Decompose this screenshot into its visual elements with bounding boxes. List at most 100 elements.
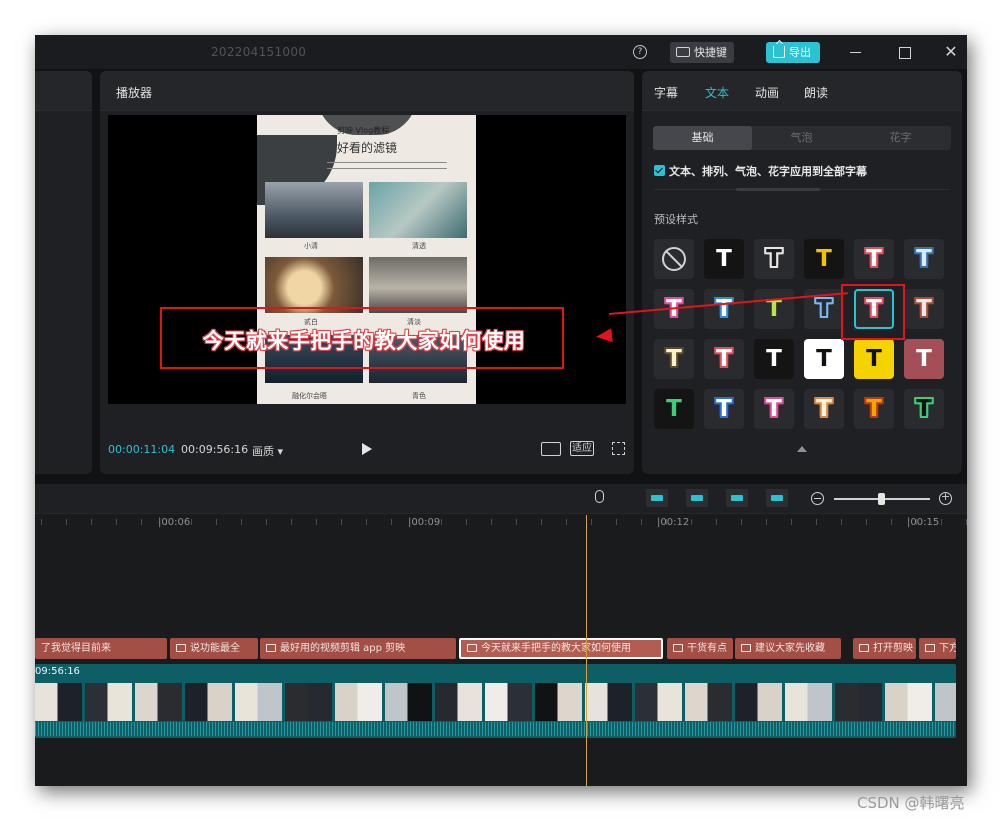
preset-style-14[interactable]: T: [754, 339, 794, 379]
zoom-out-icon[interactable]: [811, 492, 824, 505]
preset-style-19[interactable]: T: [704, 389, 744, 429]
photo-caption: 融化尔会晤: [292, 392, 327, 400]
panel-tabs: 字幕 文本 动画 朗读: [642, 71, 962, 111]
video-thumbnail: [585, 683, 633, 721]
apply-all-checkbox[interactable]: 文本、排列、气泡、花字应用到全部字幕: [654, 163, 867, 179]
video-thumbnail: [135, 683, 183, 721]
subtitle-clip[interactable]: 了我觉得目前来: [35, 638, 167, 659]
video-track[interactable]: 09:56:16: [35, 664, 956, 738]
preset-glyph: T: [816, 246, 832, 272]
maximize-icon[interactable]: [895, 43, 913, 61]
preset-style-22[interactable]: T: [854, 389, 894, 429]
shortcut-button[interactable]: 快捷键: [670, 42, 734, 63]
fullscreen-icon[interactable]: [612, 442, 625, 455]
zoom-in-icon[interactable]: [939, 490, 952, 505]
ruler-tick: [691, 519, 692, 525]
subtitle-clip[interactable]: 干货有点: [667, 638, 733, 659]
quality-dropdown[interactable]: 画质 ▾: [252, 443, 283, 459]
ruler-tick: [941, 519, 942, 525]
subtitle-preview-text[interactable]: 今天就来手把手的教大家如何使用: [162, 325, 566, 355]
ruler-tick: [241, 519, 242, 525]
preset-style-1[interactable]: T: [704, 239, 744, 279]
tab-read-aloud[interactable]: 朗读: [804, 84, 828, 101]
main-track-magnet-icon[interactable]: [646, 489, 668, 507]
preset-style-5[interactable]: T: [904, 239, 944, 279]
subtitle-clip[interactable]: 今天就来手把手的教大家如何使用: [459, 638, 663, 659]
watermark: CSDN @韩曙亮: [857, 794, 965, 812]
ruler-tick: [441, 519, 442, 525]
playhead[interactable]: [586, 515, 587, 786]
preset-style-13[interactable]: T: [704, 339, 744, 379]
subtitle-clip[interactable]: 说功能最全: [170, 638, 258, 659]
subtab-bubble[interactable]: 气泡: [752, 126, 851, 150]
export-button[interactable]: 导出: [766, 42, 820, 63]
zoom-slider-thumb[interactable]: [878, 493, 885, 505]
linkage-icon[interactable]: [726, 489, 748, 507]
preset-style-7[interactable]: T: [704, 289, 744, 329]
play-icon[interactable]: [362, 443, 372, 455]
preset-glyph: T: [716, 346, 732, 372]
video-thumbnail: [885, 683, 933, 721]
minimize-icon[interactable]: [847, 43, 865, 61]
preset-glyph: T: [766, 396, 782, 422]
tab-subtitle[interactable]: 字幕: [654, 84, 678, 101]
text-clip-icon: [673, 644, 683, 652]
apply-all-label: 文本、排列、气泡、花字应用到全部字幕: [669, 165, 867, 178]
photo-pool: [369, 182, 467, 238]
preview-axis-icon[interactable]: [766, 489, 788, 507]
preset-glyph: T: [766, 246, 782, 272]
subtitle-clip[interactable]: 建议大家先收藏: [735, 638, 841, 659]
preset-style-15[interactable]: T: [804, 339, 844, 379]
collapse-caret-icon[interactable]: [797, 446, 807, 452]
fit-button[interactable]: 适应: [570, 441, 594, 456]
subtab-basic[interactable]: 基础: [653, 126, 752, 150]
close-icon[interactable]: ✕: [942, 43, 960, 61]
auto-snap-icon[interactable]: [686, 489, 708, 507]
preset-style-23[interactable]: T: [904, 389, 944, 429]
ruler-tick: [566, 519, 567, 525]
preset-style-12[interactable]: T: [654, 339, 694, 379]
video-thumbnail: [435, 683, 483, 721]
preset-style-3[interactable]: T: [804, 239, 844, 279]
ruler-tick: [366, 519, 367, 525]
preset-style-18[interactable]: T: [654, 389, 694, 429]
prohibited-icon: [662, 247, 686, 271]
ruler-tick: [516, 519, 517, 525]
preset-style-11[interactable]: T: [904, 289, 944, 329]
text-clip-icon: [925, 644, 935, 652]
preset-style-17[interactable]: T: [904, 339, 944, 379]
tab-animation[interactable]: 动画: [755, 84, 779, 101]
subtitle-clip-label: 说功能最全: [190, 643, 240, 654]
waveform-icon[interactable]: [541, 442, 561, 456]
ruler-tick: [591, 519, 592, 525]
ruler-tick: [766, 519, 767, 525]
preset-style-21[interactable]: T: [804, 389, 844, 429]
subtitle-clip[interactable]: 下方: [919, 638, 956, 659]
annotation-subtitle-box: 今天就来手把手的教大家如何使用: [160, 307, 564, 369]
microphone-icon[interactable]: [595, 490, 604, 503]
subtab-fancy-text[interactable]: 花字: [851, 126, 950, 150]
preset-style-20[interactable]: T: [754, 389, 794, 429]
photo-food: [265, 257, 363, 313]
preset-none[interactable]: [654, 239, 694, 279]
subtitle-clip[interactable]: 打开剪映: [853, 638, 916, 659]
preset-style-8[interactable]: T: [754, 289, 794, 329]
subtitle-clip[interactable]: 最好用的视频剪辑 app 剪映: [260, 638, 456, 659]
help-icon[interactable]: ?: [633, 45, 647, 59]
preset-glyph: T: [716, 396, 732, 422]
audio-waveform: [35, 722, 956, 736]
photo-caption: 清透: [412, 242, 426, 250]
video-thumbnails: [35, 683, 956, 721]
video-thumbnail: [785, 683, 833, 721]
total-duration: 00:09:56:16: [181, 443, 249, 456]
collapse-handle[interactable]: [736, 188, 820, 191]
time-ruler[interactable]: |00:06 |00:09 |00:12 |00:15: [35, 515, 967, 533]
preset-style-4[interactable]: T: [854, 239, 894, 279]
tab-text[interactable]: 文本: [705, 84, 729, 101]
preset-style-2[interactable]: T: [754, 239, 794, 279]
preset-style-16[interactable]: T: [854, 339, 894, 379]
divider: [654, 188, 950, 191]
app-window: 202204151000 ? 快捷键 导出 ✕ 播放器 剪映 Vlog教程 好看…: [35, 35, 967, 786]
checkbox-checked-icon[interactable]: [654, 165, 665, 176]
ruler-tick: [41, 519, 42, 525]
